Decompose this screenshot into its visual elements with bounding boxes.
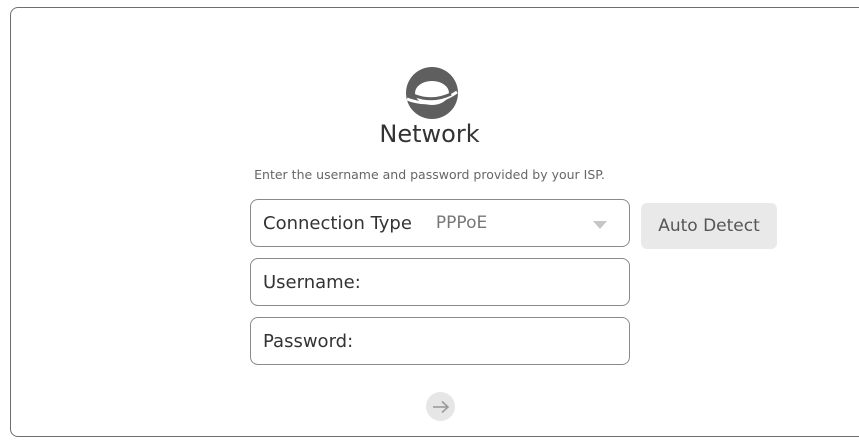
username-input[interactable]: [368, 258, 629, 306]
globe-icon: [404, 65, 460, 121]
connection-type-label: Connection Type: [263, 212, 412, 234]
password-label: Password:: [263, 330, 354, 352]
page-title: Network: [379, 120, 480, 148]
connection-type-value: PPPoE: [435, 213, 488, 233]
password-field[interactable]: Password:: [250, 317, 630, 365]
auto-detect-button[interactable]: Auto Detect: [641, 203, 777, 249]
username-field[interactable]: Username:: [250, 258, 630, 306]
password-input[interactable]: [361, 317, 629, 365]
username-label: Username:: [263, 271, 361, 293]
arrow-right-icon: [432, 400, 449, 413]
chevron-down-icon[interactable]: [593, 221, 607, 229]
next-button[interactable]: [426, 392, 455, 421]
page-subtitle: Enter the username and password provided…: [254, 167, 605, 182]
connection-type-select[interactable]: Connection Type PPPoE: [250, 199, 630, 247]
